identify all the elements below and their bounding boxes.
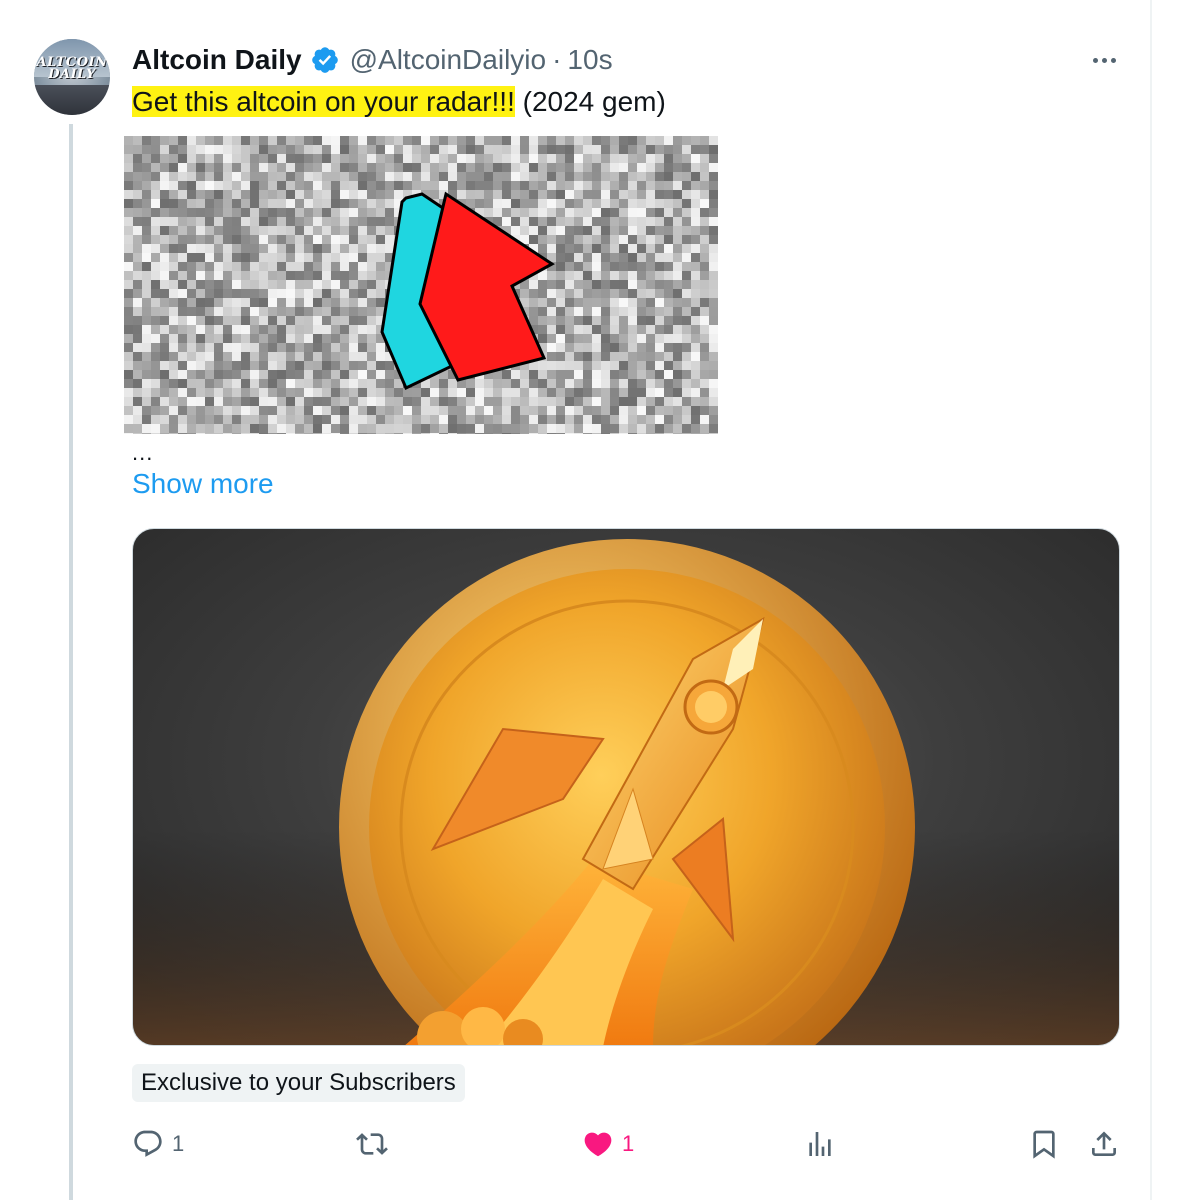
pixelated-thumbnail[interactable] <box>124 136 718 434</box>
views-button[interactable] <box>804 1122 836 1166</box>
bookmark-icon <box>1033 1130 1055 1159</box>
timeline-divider <box>1150 0 1152 1200</box>
retweet-button[interactable] <box>356 1122 388 1166</box>
share-icon <box>1092 1131 1116 1156</box>
avatar-logo-text: ALTCOIN DAILY <box>34 56 110 82</box>
separator-dot: · <box>552 44 562 75</box>
thread-line <box>69 124 73 1200</box>
show-more-link[interactable]: Show more <box>132 468 274 500</box>
display-name[interactable]: Altcoin Daily <box>132 44 302 76</box>
reply-icon <box>134 1130 162 1157</box>
tweet-header: Altcoin Daily @AltcoinDailyio · 10s <box>132 40 613 80</box>
like-button[interactable]: 1 <box>582 1122 634 1166</box>
reply-count: 1 <box>172 1131 185 1156</box>
avatar-city <box>34 85 110 115</box>
tweet-text-rest: (2024 gem) <box>514 86 666 117</box>
tweet-text-highlighted: Get this altcoin on your radar!!! <box>132 86 515 117</box>
timestamp[interactable]: 10s <box>567 44 612 76</box>
views-icon <box>809 1132 831 1156</box>
tweet-text: Get this altcoin on your radar!!! (2024 … <box>132 84 666 120</box>
avatar[interactable]: ALTCOIN DAILY <box>34 39 110 115</box>
more-dot <box>1110 57 1116 63</box>
heart-filled-icon <box>584 1132 612 1157</box>
truncation-ellipsis: ... <box>132 440 154 465</box>
bookmark-button[interactable] <box>1028 1122 1060 1166</box>
subscribers-badge: Exclusive to your Subscribers <box>132 1064 465 1102</box>
handle[interactable]: @AltcoinDailyio <box>350 44 547 76</box>
like-count: 1 <box>622 1131 635 1156</box>
rocket-coin-illustration <box>133 539 1119 1045</box>
avatar-logo-line2: DAILY <box>48 67 96 82</box>
action-bar: 1 1 <box>132 1122 1122 1166</box>
more-dot <box>1092 57 1098 63</box>
more-dot <box>1101 57 1107 63</box>
verified-badge-icon[interactable] <box>310 45 340 75</box>
red-arrow-graphic <box>380 191 555 391</box>
reply-button[interactable]: 1 <box>132 1122 184 1166</box>
media-image[interactable] <box>132 528 1120 1046</box>
share-button[interactable] <box>1088 1122 1120 1166</box>
more-horizontal-icon[interactable] <box>1084 42 1124 78</box>
retweet-icon <box>356 1133 388 1155</box>
